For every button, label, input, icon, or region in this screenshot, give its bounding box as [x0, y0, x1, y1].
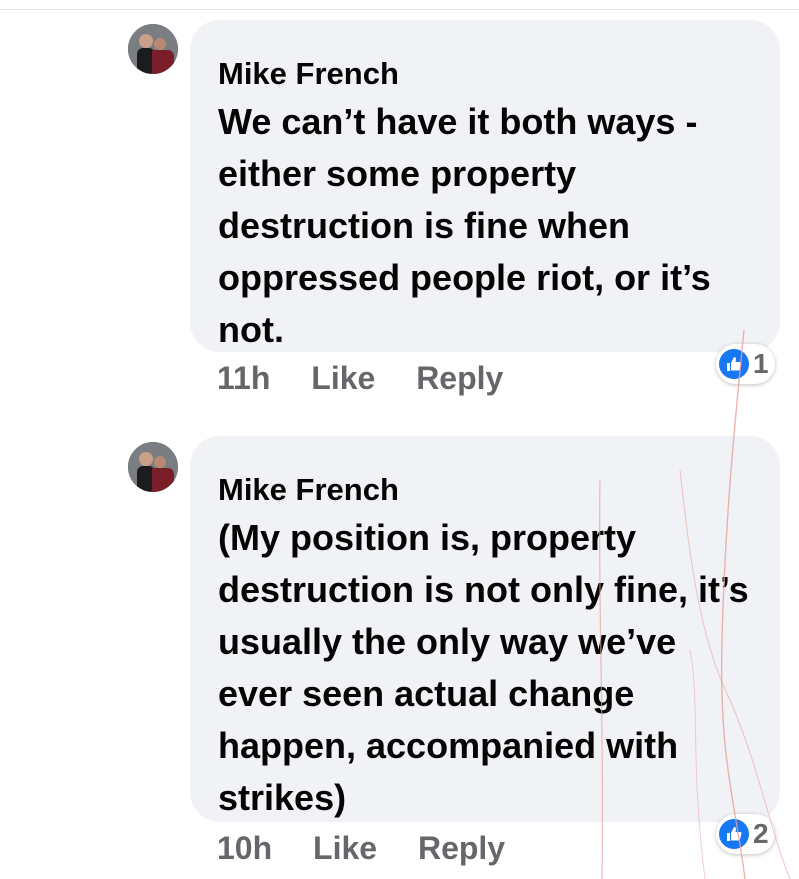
- reaction-summary[interactable]: 2: [716, 814, 775, 854]
- reaction-count: 1: [753, 348, 769, 379]
- comment-text: We can’t have it both ways - either some…: [218, 101, 711, 350]
- reply-button[interactable]: Reply: [418, 830, 505, 866]
- reaction-summary[interactable]: 1: [716, 344, 775, 384]
- avatar[interactable]: [128, 442, 178, 492]
- comment-actions: 11h Like Reply: [217, 360, 535, 397]
- avatar-photo-icon: [128, 442, 178, 492]
- comment-timestamp[interactable]: 11h: [217, 360, 270, 396]
- comment-author[interactable]: Mike French: [218, 472, 756, 508]
- comment-actions: 10h Like Reply: [217, 830, 537, 867]
- comment-author[interactable]: Mike French: [218, 56, 756, 92]
- reply-button[interactable]: Reply: [416, 360, 503, 396]
- comment-text: (My position is, property destruction is…: [218, 517, 749, 818]
- reaction-count: 2: [753, 818, 769, 849]
- avatar[interactable]: [128, 24, 178, 74]
- comment-bubble: Mike French (My position is, property de…: [190, 436, 780, 822]
- like-button[interactable]: Like: [311, 360, 375, 396]
- top-divider: [0, 0, 799, 10]
- like-icon: [719, 819, 749, 849]
- like-button[interactable]: Like: [313, 830, 377, 866]
- like-icon: [719, 349, 749, 379]
- comment-timestamp[interactable]: 10h: [217, 830, 272, 866]
- avatar-photo-icon: [128, 24, 178, 74]
- comment-bubble: Mike French We can’t have it both ways -…: [190, 20, 780, 352]
